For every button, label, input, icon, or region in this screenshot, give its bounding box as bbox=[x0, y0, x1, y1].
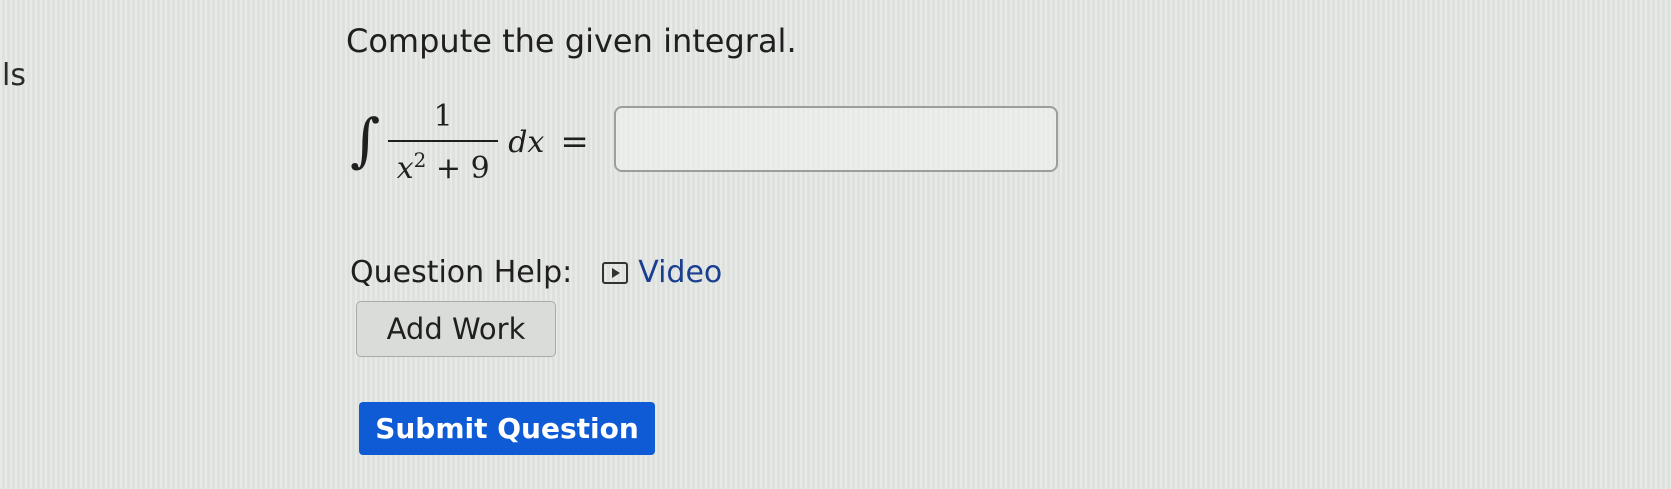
question-prompt: Compute the given integral. bbox=[346, 22, 797, 60]
denominator-variable: x bbox=[396, 150, 414, 186]
integral-sign: ∫ bbox=[350, 106, 381, 174]
integral-expression: ∫ 1 x2 + 9 dx = bbox=[350, 92, 605, 192]
sidebar-partial-text: ls bbox=[2, 58, 26, 93]
fraction: 1 x2 + 9 bbox=[388, 98, 499, 186]
denominator-exponent: 2 bbox=[413, 147, 427, 172]
video-link[interactable]: Video bbox=[602, 255, 722, 290]
equals-sign: = bbox=[560, 122, 589, 162]
fraction-numerator: 1 bbox=[433, 98, 453, 134]
answer-input[interactable] bbox=[614, 106, 1058, 172]
play-video-icon bbox=[602, 261, 629, 284]
differential: dx bbox=[508, 124, 545, 160]
question-help-row: Question Help: Video bbox=[350, 255, 722, 290]
submit-question-button[interactable]: Submit Question bbox=[359, 402, 655, 455]
video-link-label: Video bbox=[638, 255, 723, 290]
question-help-label: Question Help: bbox=[350, 255, 573, 290]
fraction-denominator: x2 + 9 bbox=[397, 142, 490, 186]
add-work-button[interactable]: Add Work bbox=[356, 301, 556, 357]
denominator-constant: + 9 bbox=[426, 150, 490, 186]
